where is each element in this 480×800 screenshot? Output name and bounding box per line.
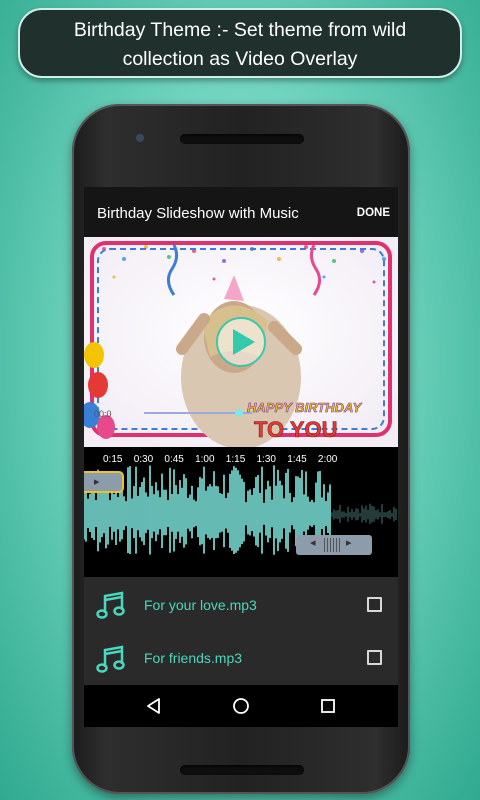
done-button[interactable]: DONE	[357, 207, 390, 219]
overlay-text-1: HAPPY BIRTHDAY	[247, 400, 362, 415]
banner-line-1: Birthday Theme :- Set theme from wild	[73, 19, 407, 41]
list-item[interactable]: For your love.mp3	[84, 577, 398, 631]
promo-banner: Birthday Theme :- Set theme from wild co…	[18, 8, 462, 78]
video-time-label: 00:0	[94, 409, 112, 419]
track-checkbox[interactable]	[367, 597, 382, 612]
bottom-speaker	[180, 765, 304, 775]
chevron-right-icon: ▸	[346, 537, 352, 549]
track-name: For your love.mp3	[144, 597, 257, 613]
nav-back-icon[interactable]	[145, 697, 163, 715]
waveform	[84, 465, 397, 555]
overlay-text-2: TO YOU	[254, 417, 338, 442]
app-bar: Birthday Slideshow with Music DONE	[84, 187, 398, 239]
track-name: For friends.mp3	[144, 650, 243, 666]
system-nav-bar	[84, 685, 398, 727]
phone-screen: Birthday Slideshow with Music DONE 00:0 …	[84, 187, 398, 727]
video-frame-art: 00:0 HAPPY BIRTHDAY TO YOU	[84, 237, 398, 447]
front-camera-icon	[136, 134, 144, 142]
grip-icon	[324, 538, 340, 552]
chevron-left-icon: ◂	[310, 537, 316, 549]
banner-line-2: collection as Video Overlay	[122, 48, 358, 70]
video-preview[interactable]: 00:0 HAPPY BIRTHDAY TO YOU	[84, 237, 398, 447]
audio-timeline[interactable]: 0:15 0:30 0:45 1:00 1:15 1:30 1:45 2:00 ▸ ◂ ▸	[84, 447, 398, 577]
music-list: For your love.mp3 For friends.mp3	[84, 577, 398, 685]
trim-start-handle[interactable]: ▸	[84, 471, 124, 493]
chevron-right-icon: ▸	[94, 476, 100, 488]
nav-recents-icon[interactable]	[319, 697, 337, 715]
trim-end-handle[interactable]: ◂ ▸	[296, 535, 372, 555]
music-note-icon	[96, 645, 125, 673]
track-checkbox[interactable]	[367, 650, 382, 665]
app-title: Birthday Slideshow with Music	[97, 205, 299, 222]
music-note-icon	[96, 591, 125, 619]
play-icon	[216, 317, 266, 367]
earpiece-speaker	[180, 134, 304, 144]
list-item[interactable]: For friends.mp3	[84, 631, 398, 685]
nav-home-icon[interactable]	[232, 697, 250, 715]
